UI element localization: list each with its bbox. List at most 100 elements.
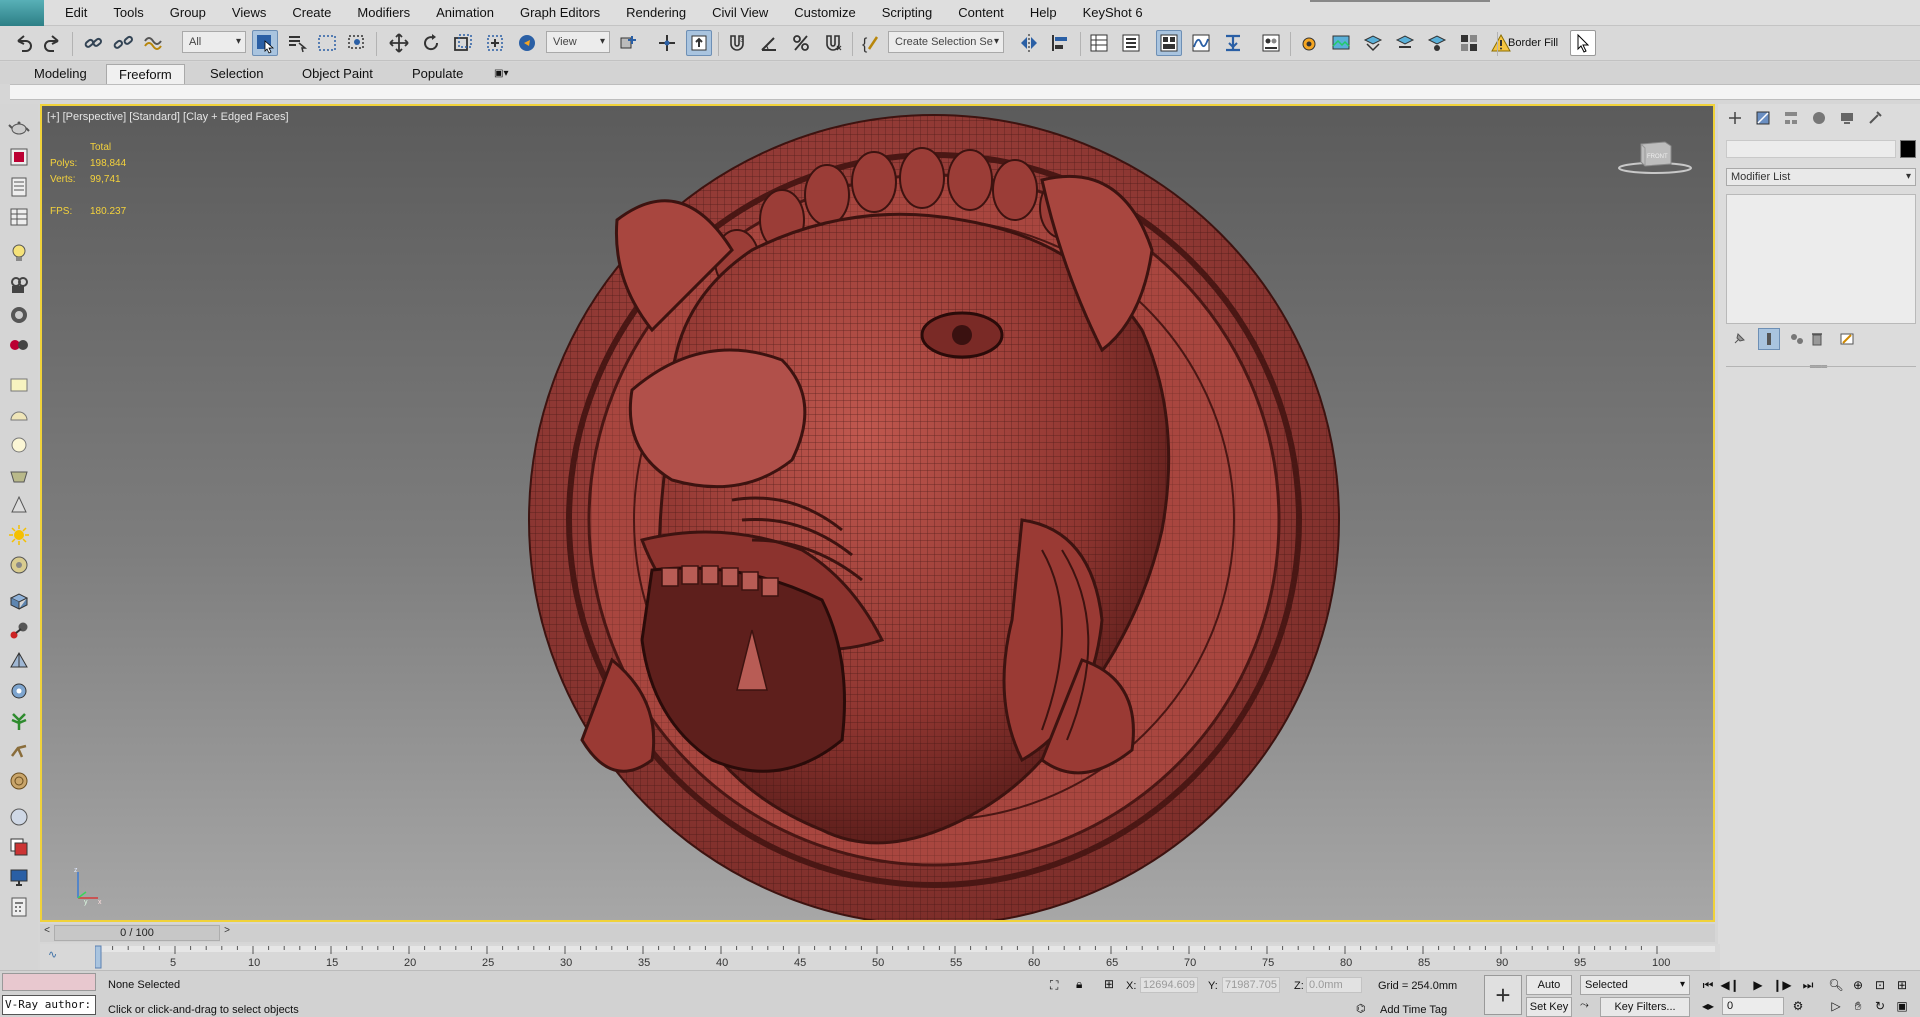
go-to-end-icon[interactable]: ⏭ — [1798, 976, 1818, 994]
current-frame-field[interactable]: 0 — [1722, 997, 1784, 1015]
unlink-icon[interactable] — [110, 30, 136, 56]
tab-object-paint[interactable]: Object Paint — [290, 64, 385, 84]
menu-views[interactable]: Views — [219, 0, 279, 26]
menu-keyshot-6[interactable]: KeyShot 6 — [1070, 0, 1156, 26]
render-frame-icon[interactable] — [5, 144, 33, 170]
menu-content[interactable]: Content — [945, 0, 1017, 26]
key-mode-dropdown[interactable]: Selected — [1580, 975, 1690, 995]
wood-texture-icon[interactable] — [5, 768, 33, 794]
select-object-icon[interactable] — [252, 30, 278, 56]
viewport-label[interactable]: [+] [Perspective] [Standard] [Clay + Edg… — [47, 111, 289, 123]
menu-tools[interactable]: Tools — [100, 0, 156, 26]
dome-shape-icon[interactable] — [5, 402, 33, 428]
object-color-swatch[interactable] — [1900, 140, 1916, 158]
set-key-button[interactable]: Set Key — [1526, 997, 1572, 1017]
place-icon[interactable] — [482, 30, 508, 56]
layer-explorer-icon[interactable] — [1118, 30, 1144, 56]
menu-civil-view[interactable]: Civil View — [699, 0, 781, 26]
select-manipulate-icon[interactable] — [654, 30, 680, 56]
gear-icon[interactable] — [5, 678, 33, 704]
tab-freeform[interactable]: Freeform — [106, 64, 185, 84]
perspective-viewport[interactable]: [+] [Perspective] [Standard] [Clay + Edg… — [40, 104, 1715, 922]
material-sphere-icon[interactable] — [5, 804, 33, 830]
calculator-keys-icon[interactable] — [5, 894, 33, 920]
align-icon[interactable] — [1048, 30, 1074, 56]
timeline-current-frame-marker[interactable] — [95, 945, 102, 969]
tab-modeling[interactable]: Modeling — [22, 64, 99, 84]
ribbon-toggle-icon[interactable] — [1156, 30, 1182, 56]
window-crossing-icon[interactable] — [344, 30, 370, 56]
camera-reel-icon[interactable] — [5, 272, 33, 298]
default-in-out-tangent-icon[interactable]: ⤳ — [1580, 999, 1589, 1012]
redo-icon[interactable] — [40, 30, 66, 56]
cursor-icon[interactable] — [1570, 30, 1596, 56]
play-icon[interactable]: ▶ — [1748, 976, 1768, 994]
go-to-start-icon[interactable]: ⏮ — [1698, 976, 1718, 994]
object-name-input[interactable] — [1726, 140, 1896, 158]
next-frame-icon[interactable]: ❙▶ — [1772, 976, 1792, 994]
panel-grip-icon[interactable]: ═══ — [1810, 362, 1827, 371]
link-icon[interactable] — [80, 30, 106, 56]
molecule-icon[interactable] — [5, 618, 33, 644]
time-slider-thumb[interactable]: 0 / 100 — [54, 925, 220, 941]
menu-edit[interactable]: Edit — [52, 0, 100, 26]
menu-customize[interactable]: Customize — [781, 0, 868, 26]
menu-group[interactable]: Group — [157, 0, 219, 26]
scale-icon[interactable] — [450, 30, 476, 56]
maxscript-input[interactable]: V-Ray author: — [2, 995, 96, 1015]
zoom-icon[interactable]: 🔍︎ — [1826, 976, 1846, 994]
create-tab-icon[interactable] — [1722, 106, 1748, 130]
rotate-icon[interactable] — [418, 30, 444, 56]
configure-modifier-sets-icon[interactable] — [1836, 328, 1858, 350]
zoom-extents-icon[interactable]: ⊡ — [1870, 976, 1890, 994]
selection-filter-dropdown[interactable]: All — [182, 31, 246, 53]
hierarchy-tab-icon[interactable] — [1778, 106, 1804, 130]
set-key-big-icon[interactable]: + — [1484, 975, 1522, 1015]
basket-icon[interactable] — [5, 462, 33, 488]
time-prev-icon[interactable]: < — [40, 925, 54, 941]
display-tab-icon[interactable] — [1834, 106, 1860, 130]
motion-tab-icon[interactable] — [1806, 106, 1832, 130]
schematic-view-icon[interactable] — [1220, 30, 1246, 56]
pan-view-icon[interactable]: ✋︎ — [1848, 997, 1868, 1015]
time-configuration-icon[interactable]: ⚙ — [1788, 997, 1808, 1015]
render-frame-grid-icon[interactable] — [1456, 30, 1482, 56]
material-editor-icon[interactable] — [1258, 30, 1284, 56]
maximize-viewport-icon[interactable]: ▣ — [1892, 997, 1912, 1015]
modifier-list-dropdown[interactable]: Modifier List — [1726, 168, 1916, 186]
field-of-view-icon[interactable]: ▷ — [1826, 997, 1846, 1015]
film-icon[interactable] — [5, 332, 33, 358]
biped-icon[interactable] — [5, 738, 33, 764]
isolate-selection-icon[interactable]: ⛶ — [1050, 978, 1058, 993]
select-by-name-icon[interactable] — [284, 30, 310, 56]
spinner-snap-icon[interactable] — [820, 30, 846, 56]
track-bar[interactable]: ∿ 05101520253035404550556065707580859095… — [40, 944, 1720, 970]
z-coordinate-field[interactable]: 0.0mm — [1306, 977, 1362, 993]
menu-create[interactable]: Create — [279, 0, 344, 26]
time-next-icon[interactable]: > — [220, 925, 234, 941]
grid-cube-icon[interactable] — [5, 588, 33, 614]
pivot-center-icon[interactable] — [616, 30, 642, 56]
key-mode-toggle-icon[interactable]: ◂▸ — [1698, 997, 1718, 1015]
menu-help[interactable]: Help — [1017, 0, 1070, 26]
add-time-tag[interactable]: Add Time Tag — [1380, 1004, 1447, 1016]
menu-scripting[interactable]: Scripting — [869, 0, 946, 26]
move-icon[interactable] — [386, 30, 412, 56]
angle-snap-icon[interactable] — [756, 30, 782, 56]
lion-medallion-model[interactable] — [522, 104, 1342, 922]
app-logo[interactable] — [0, 0, 44, 26]
mirror-icon[interactable] — [1016, 30, 1042, 56]
sound-icon[interactable] — [5, 302, 33, 328]
render-activeshade-icon[interactable] — [1424, 30, 1450, 56]
auto-key-button[interactable]: Auto Key — [1526, 975, 1572, 1009]
menu-rendering[interactable]: Rendering — [613, 0, 699, 26]
mini-curve-editor-icon[interactable]: ∿ — [48, 948, 57, 961]
orbit-icon[interactable]: ↻ — [1870, 997, 1890, 1015]
rectangular-selection-icon[interactable] — [314, 30, 340, 56]
menu-modifiers[interactable]: Modifiers — [344, 0, 423, 26]
rectangle-shape-icon[interactable] — [5, 372, 33, 398]
curve-editor-icon[interactable] — [1188, 30, 1214, 56]
foliage-icon[interactable] — [5, 708, 33, 734]
rendered-frame-window-icon[interactable] — [1328, 30, 1354, 56]
snaps-toggle-icon[interactable]: 3 — [724, 30, 750, 56]
